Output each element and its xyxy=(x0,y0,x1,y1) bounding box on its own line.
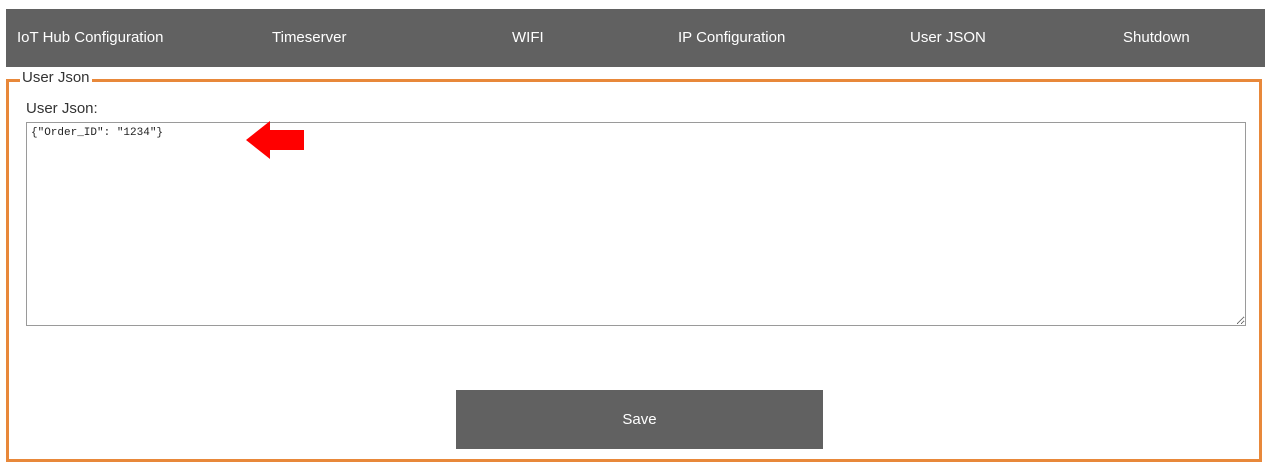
top-navbar: IoT Hub Configuration Timeserver WIFI IP… xyxy=(6,9,1265,67)
left-arrow-icon xyxy=(246,121,304,159)
nav-item-iot-hub-configuration[interactable]: IoT Hub Configuration xyxy=(17,9,163,67)
page: IoT Hub Configuration Timeserver WIFI IP… xyxy=(0,0,1265,464)
nav-item-user-json[interactable]: User JSON xyxy=(910,9,986,67)
fieldset-legend: User Json xyxy=(20,69,92,87)
user-json-textarea[interactable]: {"Order_ID": "1234"} xyxy=(26,122,1246,326)
nav-item-timeserver[interactable]: Timeserver xyxy=(272,9,346,67)
nav-item-wifi[interactable]: WIFI xyxy=(512,9,544,67)
user-json-label: User Json: xyxy=(26,100,98,117)
nav-item-shutdown[interactable]: Shutdown xyxy=(1123,9,1190,67)
nav-item-ip-configuration[interactable]: IP Configuration xyxy=(678,9,785,67)
arrow-shape xyxy=(246,121,304,159)
save-button[interactable]: Save xyxy=(456,390,823,449)
